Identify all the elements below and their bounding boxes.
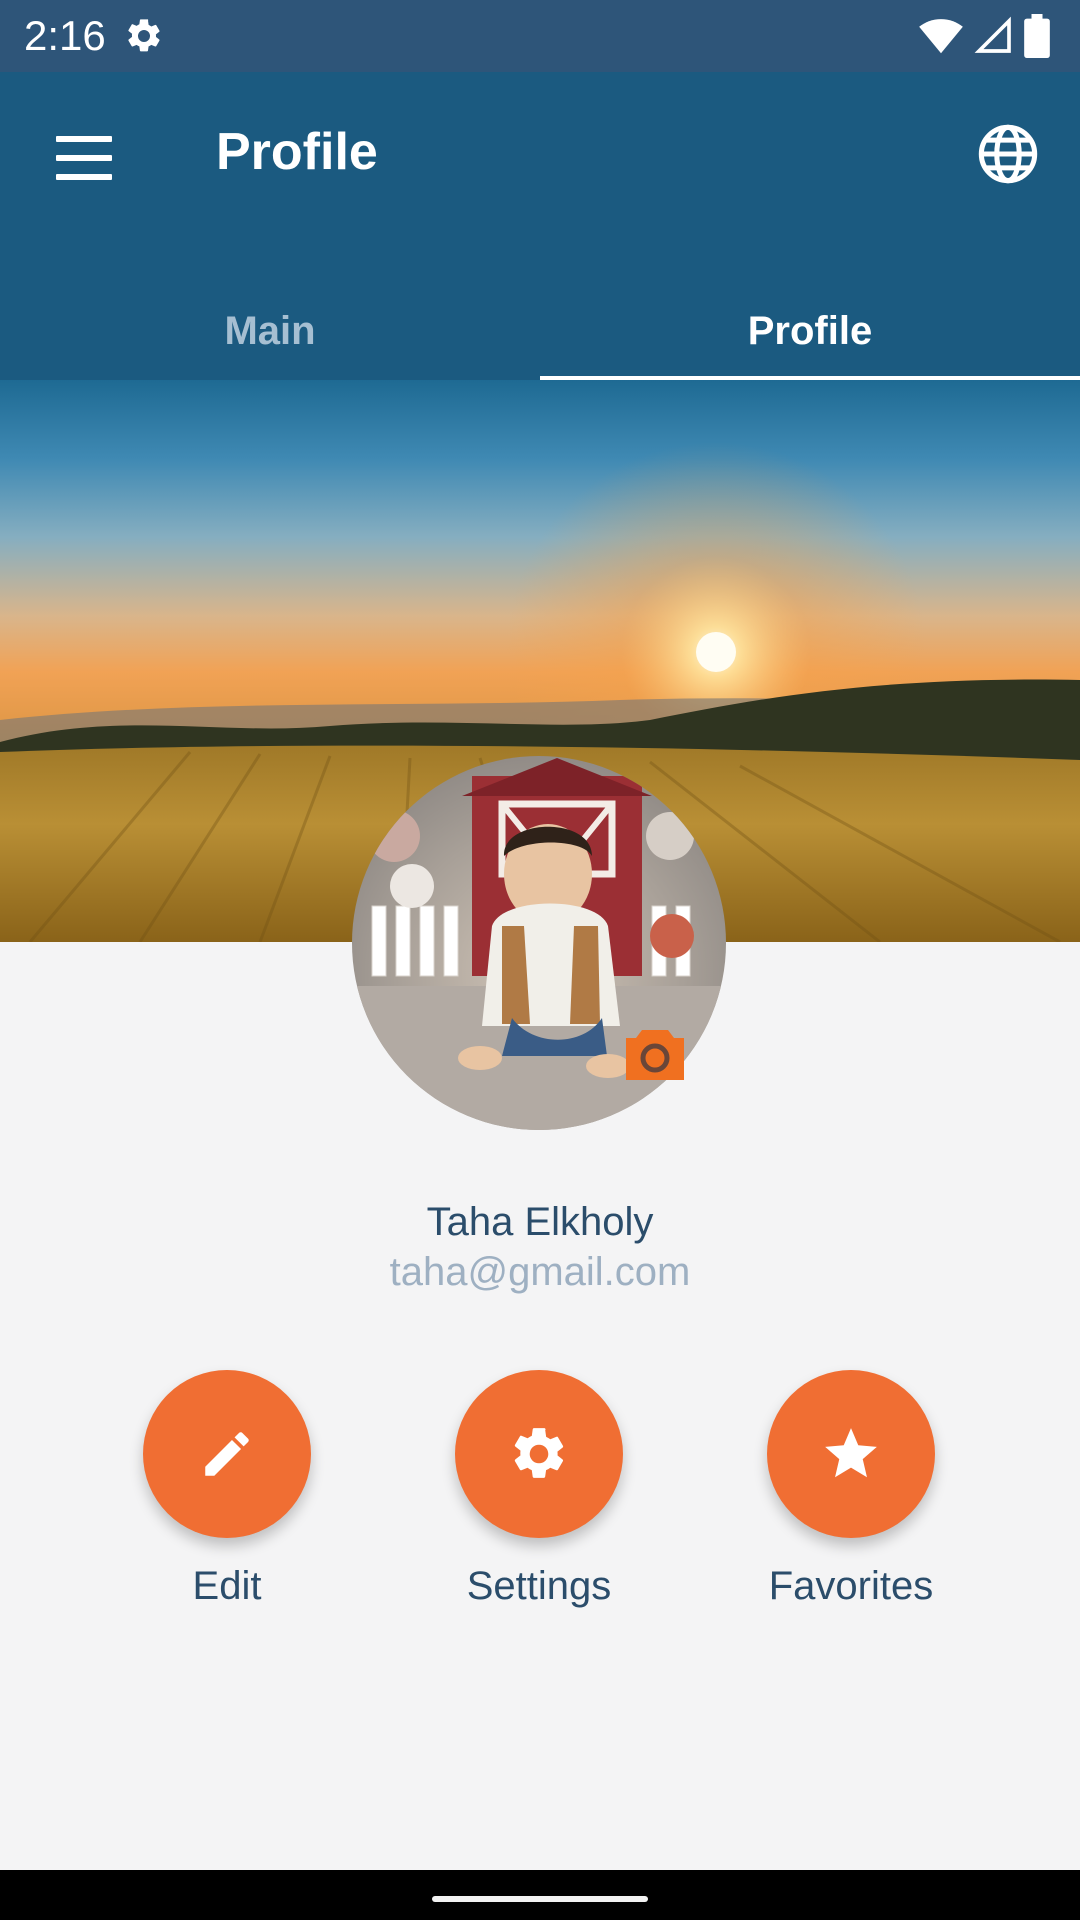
battery-icon	[1024, 14, 1050, 58]
star-icon	[825, 1428, 877, 1478]
user-name: Taha Elkholy	[426, 1200, 654, 1244]
signal-icon	[974, 16, 1011, 53]
settings-action[interactable]: Settings	[419, 1370, 659, 1609]
edit-action[interactable]: Edit	[107, 1370, 347, 1609]
app-bar: Profile Main Profile	[0, 72, 1080, 380]
edit-button[interactable]	[143, 1370, 311, 1538]
status-icons	[918, 14, 1050, 58]
tab-main[interactable]: Main	[0, 298, 540, 380]
tab-main-label: Main	[224, 309, 316, 353]
gear-icon	[514, 1428, 564, 1478]
system-nav-bar	[0, 1870, 1080, 1920]
settings-status-icon	[128, 19, 160, 52]
tab-profile-label: Profile	[747, 309, 873, 353]
camera-icon[interactable]	[624, 1026, 686, 1082]
settings-button[interactable]	[455, 1370, 623, 1538]
globe-icon[interactable]	[976, 122, 1040, 186]
tab-bar: Main Profile	[0, 298, 1080, 380]
favorites-label: Favorites	[768, 1564, 934, 1608]
user-email: taha@gmail.com	[389, 1250, 691, 1294]
favorites-button[interactable]	[767, 1370, 935, 1538]
edit-label: Edit	[192, 1564, 262, 1608]
status-time: 2:16	[24, 12, 106, 59]
menu-icon[interactable]	[56, 136, 112, 184]
home-gesture-handle[interactable]	[432, 1896, 648, 1902]
page-title: Profile	[216, 123, 378, 181]
status-bar: 2:16	[0, 0, 1080, 72]
favorites-action[interactable]: Favorites	[731, 1370, 971, 1609]
settings-label: Settings	[466, 1564, 612, 1608]
wifi-icon	[919, 19, 963, 54]
tab-profile[interactable]: Profile	[540, 298, 1080, 380]
pencil-icon	[205, 1432, 249, 1476]
